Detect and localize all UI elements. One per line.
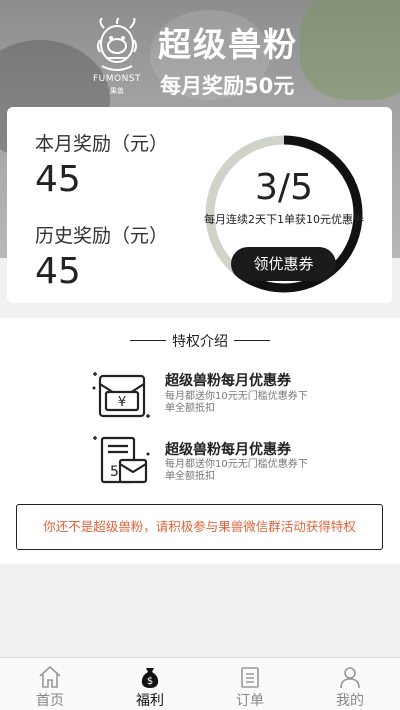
tab-label: 首页 [36,693,64,709]
hero-subtitle: 每月奖励50元 [160,74,295,98]
order-list-icon [241,667,259,688]
logo-subtext: 果兽 [110,87,124,95]
svg-text:$: $ [147,676,153,687]
history-reward-label: 历史奖励（元） [35,225,169,247]
privilege-item-desc: 每月都送你10元无门槛优惠券下单全额抵扣 [165,391,308,414]
month-reward-value: 45 [35,159,81,200]
coupon-envelope-icon: ¥ [92,372,150,418]
home-icon [39,665,61,688]
month-reward-label: 本月奖励（元） [35,133,169,155]
privilege-item-desc: 每月都送你10元无门槛优惠券下单全额抵扣 [165,459,308,482]
section-title: 特权介绍 [172,334,228,350]
tab-profile[interactable]: 我的 [300,658,400,710]
reward-card: 本月奖励（元） 45 历史奖励（元） 45 3/5 每月连续2天下1单获10元优… [7,107,392,303]
progress-description: 每月连续2天下1单获10元优惠券 [204,213,364,226]
privilege-item-title: 超级兽粉每月优惠券 [165,373,291,389]
svg-text:5: 5 [110,464,119,480]
fumonst-logo: FUMONST 果兽 [84,18,150,96]
mascot-logo-icon [97,18,137,71]
tab-home[interactable]: 首页 [0,658,100,710]
tab-orders[interactable]: 订单 [200,658,300,710]
hero-title: 超级兽粉 [158,25,298,64]
user-icon [340,667,360,689]
coupon-document-icon: 5 [93,436,150,484]
history-reward-value: 45 [35,251,81,292]
claim-coupon-button[interactable]: 领优惠券 [231,247,336,281]
section-divider [234,340,270,341]
membership-notice: 你还不是超级兽粉，请积极参与果兽微信群活动获得特权 [16,504,383,550]
svg-text:¥: ¥ [118,395,126,410]
tab-welfare[interactable]: $ 福利 [100,658,200,710]
bottom-tab-bar: 首页 $ 福利 订单 我的 [0,657,400,710]
privilege-item-title: 超级兽粉每月优惠券 [165,442,291,458]
tab-label: 我的 [336,693,364,709]
privilege-section: 特权介绍 ¥ 超级兽粉每月优惠券 每月都送你10元无门槛优惠券下单全额抵扣 5 … [0,318,400,564]
money-bag-icon: $ [141,668,159,688]
logo-wordmark: FUMONST [92,74,142,84]
progress-fraction: 3/5 [255,167,313,208]
tab-label: 订单 [236,693,264,709]
background-blur-shape [300,0,400,100]
tab-label: 福利 [136,693,164,709]
